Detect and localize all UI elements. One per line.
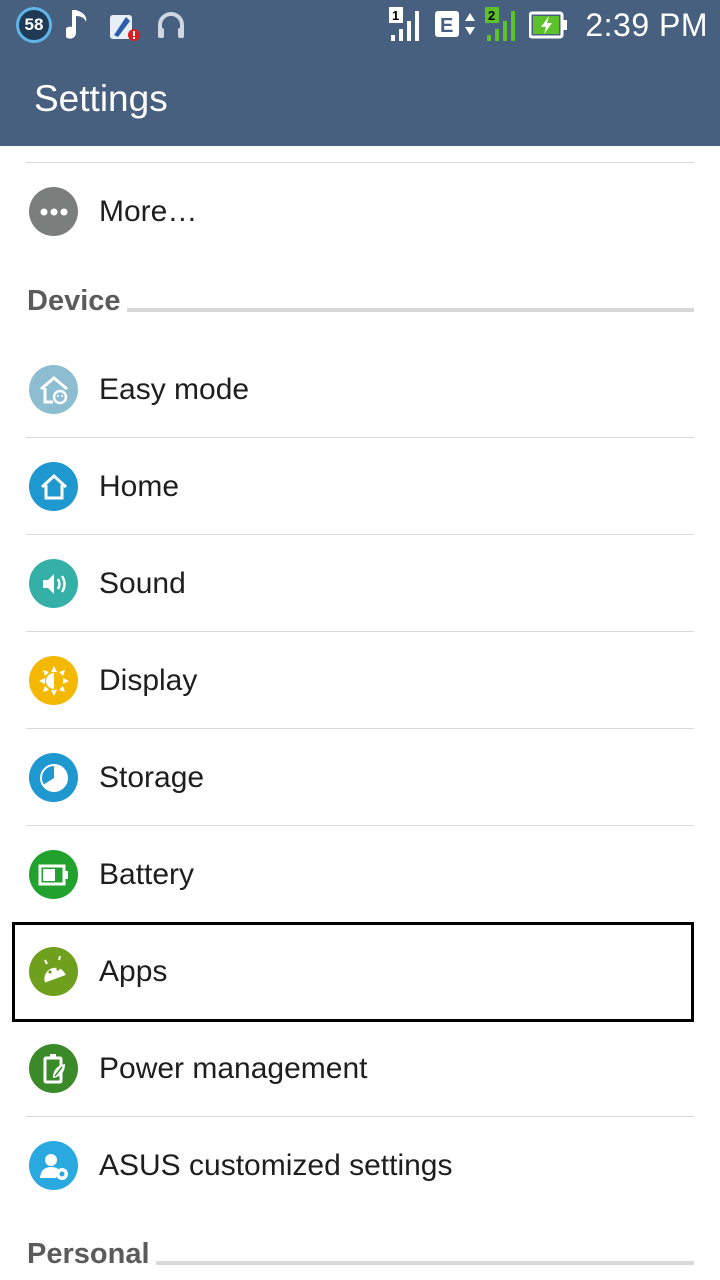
- settings-item-battery[interactable]: Battery: [0, 826, 720, 923]
- settings-item-power-management[interactable]: Power management: [0, 1020, 720, 1117]
- asus-customized-icon: [29, 1141, 78, 1190]
- power-management-icon: [29, 1044, 78, 1093]
- top-bar: 58 1 E 2 2:39 PM Settings: [0, 0, 720, 146]
- settings-item-label: Sound: [99, 567, 186, 600]
- notification-count: 58: [24, 15, 44, 34]
- settings-item-storage[interactable]: Storage: [0, 729, 720, 826]
- more-dots-icon: [29, 187, 78, 236]
- sim2-signal-icon: 2: [485, 7, 521, 43]
- app-update-alert-icon: [106, 7, 142, 43]
- settings-item-label: Storage: [99, 761, 205, 794]
- settings-item-label: Apps: [99, 955, 168, 988]
- settings-list[interactable]: More… Device Easy mode Home Sound Displa…: [0, 146, 720, 1280]
- android-apps-icon: [29, 947, 78, 996]
- home-icon: [29, 462, 78, 511]
- settings-item-label: More…: [99, 195, 198, 228]
- sim1-label: 1: [392, 8, 399, 23]
- display-brightness-icon: [29, 656, 78, 705]
- battery-charging-icon: [529, 10, 569, 40]
- status-bar: 58 1 E 2 2:39 PM: [0, 0, 720, 50]
- notification-badge-icon: 58: [16, 7, 52, 43]
- battery-icon: [29, 850, 78, 899]
- storage-icon: [29, 753, 78, 802]
- settings-item-asus-customized[interactable]: ASUS customized settings: [0, 1117, 720, 1214]
- settings-item-easy-mode[interactable]: Easy mode: [0, 341, 720, 438]
- easy-mode-icon: [29, 365, 78, 414]
- network-type-label: E: [440, 15, 453, 37]
- settings-item-more[interactable]: More…: [0, 163, 720, 260]
- settings-item-sound[interactable]: Sound: [0, 535, 720, 632]
- headset-icon: [156, 10, 186, 40]
- section-header-personal: Personal: [0, 1224, 720, 1280]
- settings-item-label: Easy mode: [99, 373, 250, 406]
- settings-item-home[interactable]: Home: [0, 438, 720, 535]
- page-title: Settings: [34, 78, 168, 119]
- sim1-signal-icon: 1: [389, 7, 425, 43]
- settings-item-apps[interactable]: Apps: [0, 923, 720, 1020]
- section-divider: [125, 308, 694, 312]
- settings-item-label: Power management: [99, 1052, 368, 1085]
- status-time: 2:39 PM: [585, 6, 708, 43]
- section-title: Personal: [27, 1238, 156, 1271]
- settings-item-label: Home: [99, 470, 180, 503]
- section-header-device: Device: [0, 271, 720, 331]
- settings-item-label: Display: [99, 664, 198, 697]
- section-title: Device: [27, 285, 127, 318]
- sim2-label: 2: [488, 8, 495, 23]
- section-divider: [155, 1261, 694, 1265]
- settings-item-display[interactable]: Display: [0, 632, 720, 729]
- settings-item-label: Battery: [99, 858, 195, 891]
- sound-icon: [29, 559, 78, 608]
- data-edge-icon: E: [433, 7, 477, 43]
- music-note-icon: [66, 8, 92, 42]
- settings-item-label: ASUS customized settings: [99, 1149, 453, 1182]
